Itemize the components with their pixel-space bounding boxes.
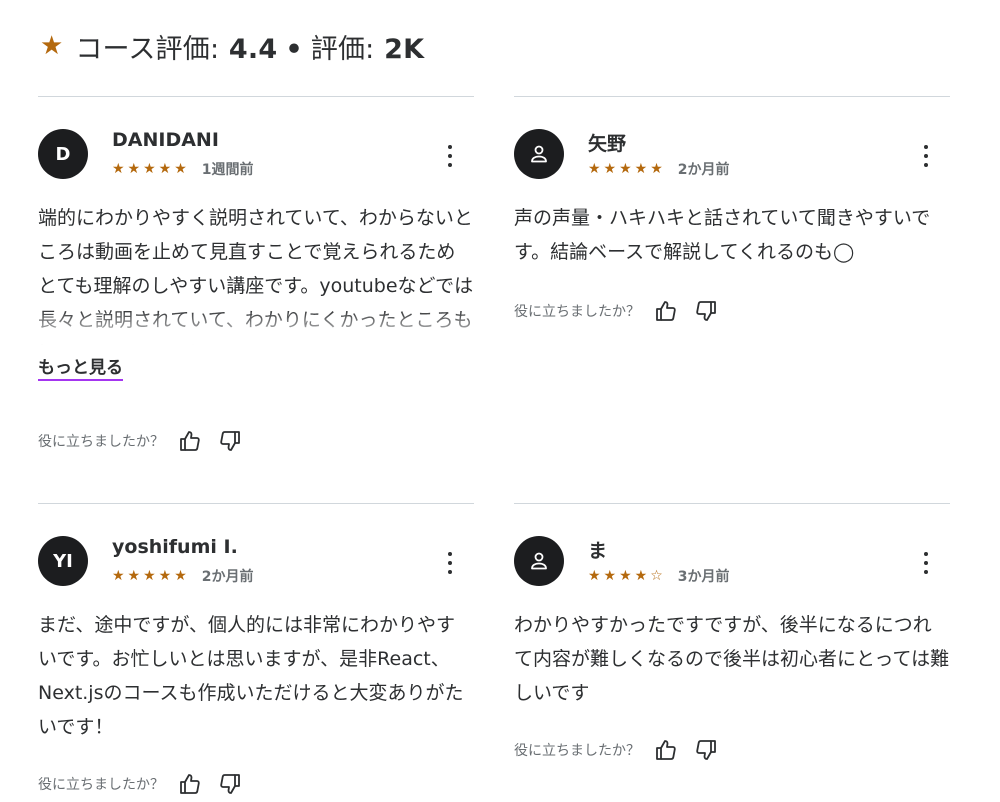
rating-stars: ★★★★★ <box>588 161 666 177</box>
rating-count-label: 評価: <box>310 33 375 65</box>
review-rating: ★★★★★ 2か月前 <box>588 159 730 179</box>
review-text: 声の声量・ハキハキと話されていて聞きやすいです。結論ベースで解説してくれるのも◯ <box>514 207 931 263</box>
thumbs-down-icon[interactable] <box>216 427 244 455</box>
review-rating: ★★★★★ 1週間前 <box>112 159 254 179</box>
more-options-icon[interactable] <box>440 145 460 167</box>
reviewer-name: yoshifumi I. <box>112 536 238 558</box>
review-text: 端的にわかりやすく説明されていて、わからないところは動画を止めて見直すことで覚え… <box>38 207 474 345</box>
review-text: わかりやすかったですですが、後半になるにつれて内容が難しくなるので後半は初心者に… <box>514 614 950 704</box>
thumbs-up-icon[interactable] <box>652 736 680 764</box>
review-card: ま ★★★★☆ 3か月前 わかりやすかったですですが、後半になるにつれて内容が難… <box>514 503 950 802</box>
review-rating: ★★★★★ 2か月前 <box>112 566 254 586</box>
helpful-prompt: 役に立ちましたか？ <box>38 434 164 450</box>
user-icon <box>531 145 547 163</box>
helpful-section: 役に立ちましたか？ <box>514 736 720 764</box>
more-options-icon[interactable] <box>916 552 936 574</box>
thumbs-up-icon[interactable] <box>652 297 680 325</box>
review-time: 2か月前 <box>677 162 730 178</box>
course-rating-header: ★ コース評価: 4.4 • 評価: 2K <box>40 26 424 66</box>
thumbs-up-icon[interactable] <box>176 427 204 455</box>
user-icon <box>531 552 547 570</box>
review-text: まだ、途中ですが、個人的には非常にわかりやすいです。お忙しいとは思いますが、是非… <box>38 614 464 738</box>
helpful-section: 役に立ちましたか？ <box>38 770 244 798</box>
helpful-section: 役に立ちましたか？ <box>514 297 720 325</box>
helpful-prompt: 役に立ちましたか？ <box>514 743 640 759</box>
avatar: D <box>38 129 88 179</box>
course-rating-label: コース評価: <box>75 33 220 65</box>
course-rating-value: 4.4 <box>228 33 278 65</box>
separator-dot: • <box>285 33 303 65</box>
helpful-prompt: 役に立ちましたか？ <box>514 304 640 320</box>
avatar: YI <box>38 536 88 586</box>
review-time: 3か月前 <box>677 569 730 585</box>
review-time: 1週間前 <box>201 162 254 178</box>
thumbs-up-icon[interactable] <box>176 770 204 798</box>
avatar <box>514 129 564 179</box>
review-card: 矢野 ★★★★★ 2か月前 声の声量・ハキハキと話されていて聞きやすいです。結論… <box>514 96 950 496</box>
more-options-icon[interactable] <box>440 552 460 574</box>
course-rating-title: コース評価: 4.4 • 評価: 2K <box>75 27 424 66</box>
thumbs-down-icon[interactable] <box>216 770 244 798</box>
thumbs-down-icon[interactable] <box>692 736 720 764</box>
rating-stars: ★★★★☆ <box>588 568 666 584</box>
helpful-prompt: 役に立ちましたか？ <box>38 777 164 793</box>
more-options-icon[interactable] <box>916 145 936 167</box>
review-card: YI yoshifumi I. ★★★★★ 2か月前 まだ、途中ですが、個人的に… <box>38 503 474 802</box>
review-rating: ★★★★☆ 3か月前 <box>588 566 730 586</box>
show-more-link[interactable]: もっと見る <box>38 357 123 381</box>
review-time: 2か月前 <box>201 569 254 585</box>
reviewer-name: DANIDANI <box>112 129 219 151</box>
rating-stars: ★★★★★ <box>112 568 190 584</box>
review-card: D DANIDANI ★★★★★ 1週間前 端的にわかりやすく説明されていて、わ… <box>38 96 474 496</box>
avatar <box>514 536 564 586</box>
reviewer-name: ま <box>588 540 608 562</box>
star-icon: ★ <box>40 31 64 61</box>
helpful-section: 役に立ちましたか？ <box>38 427 244 455</box>
rating-stars: ★★★★★ <box>112 161 190 177</box>
thumbs-down-icon[interactable] <box>692 297 720 325</box>
reviewer-name: 矢野 <box>588 133 627 155</box>
rating-count-value: 2K <box>384 33 425 65</box>
